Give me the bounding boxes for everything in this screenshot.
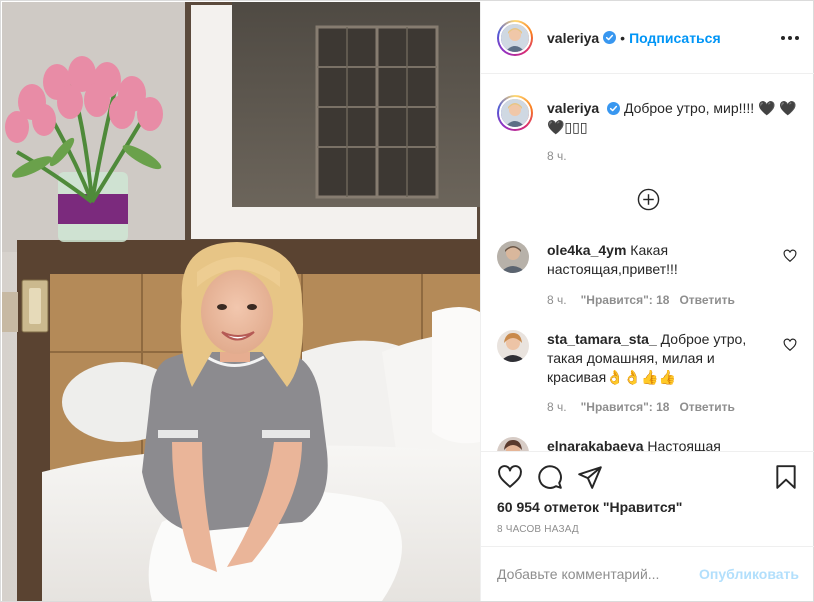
verified-badge-icon (607, 102, 621, 115)
post-time-ago[interactable]: 8 ЧАСОВ НАЗАД (497, 524, 579, 535)
comments-list[interactable]: valeriya Доброе утро, мир!!!! 🖤 🖤 🖤▯▯▯ 8… (481, 75, 814, 451)
comment-meta: 8 ч. "Нравится": 18 Ответить (547, 293, 735, 307)
comment-text: Настоящая (647, 438, 721, 451)
caption-username[interactable]: valeriya (547, 100, 599, 116)
comment-avatar[interactable] (497, 241, 529, 273)
post-photo[interactable] (2, 2, 480, 601)
comment-text-block: elnarakabaeva Настоящая (547, 437, 767, 451)
author-username[interactable]: valeriya (547, 30, 599, 46)
verified-badge-icon (603, 31, 617, 44)
comment-text-block: sta_tamara_sta_ Доброе утро, такая домаш… (547, 330, 767, 387)
post-header: valeriya • Подписаться (481, 2, 814, 74)
share-plane-icon[interactable] (577, 464, 603, 490)
post-actions: 60 954 отметок "Нравится" 8 ЧАСОВ НАЗАД (481, 451, 814, 546)
comment-username[interactable]: sta_tamara_sta_ (547, 331, 657, 347)
follow-button[interactable]: Подписаться (629, 30, 721, 46)
comment-item: elnarakabaeva Настоящая (497, 437, 799, 451)
action-icons (497, 464, 799, 490)
comment-input[interactable] (497, 563, 697, 585)
likes-count[interactable]: 60 954 отметок "Нравится" (497, 499, 682, 515)
heart-outline-icon[interactable] (783, 249, 797, 263)
publish-button[interactable]: Опубликовать (699, 566, 799, 582)
post-modal: valeriya • Подписаться valeriya Доброе у… (0, 0, 814, 602)
caption-time[interactable]: 8 ч. (547, 149, 567, 163)
post-details-panel: valeriya • Подписаться valeriya Доброе у… (480, 2, 814, 601)
comment-item: ole4ka_4ym Какая настоящая,привет!!! 8 ч… (497, 241, 799, 307)
comment-text-block: ole4ka_4ym Какая настоящая,привет!!! (547, 241, 767, 279)
comment-time[interactable]: 8 ч. (547, 293, 567, 307)
comment-bubble-icon[interactable] (537, 464, 563, 490)
reply-button[interactable]: Ответить (679, 400, 734, 414)
comment-likes[interactable]: "Нравится": 18 (581, 400, 670, 414)
more-options-icon[interactable] (781, 30, 799, 46)
caption-avatar[interactable] (497, 95, 533, 131)
separator-dot: • (620, 29, 626, 46)
heart-outline-icon[interactable] (783, 338, 797, 352)
bookmark-icon[interactable] (773, 464, 799, 490)
caption-text-block: valeriya Доброе утро, мир!!!! 🖤 🖤 🖤▯▯▯ (547, 99, 797, 137)
comment-avatar[interactable] (497, 330, 529, 362)
avatar[interactable] (497, 19, 533, 56)
heart-outline-icon[interactable] (497, 464, 523, 490)
comment-composer: Опубликовать (481, 546, 814, 601)
comment-avatar[interactable] (497, 437, 529, 451)
comment-username[interactable]: ole4ka_4ym (547, 242, 626, 258)
comment-username[interactable]: elnarakabaeva (547, 438, 644, 451)
comment-item: sta_tamara_sta_ Доброе утро, такая домаш… (497, 330, 799, 416)
load-more-icon[interactable] (637, 188, 660, 211)
comment-time[interactable]: 8 ч. (547, 400, 567, 414)
comment-likes[interactable]: "Нравится": 18 (581, 293, 670, 307)
reply-button[interactable]: Ответить (679, 293, 734, 307)
comment-meta: 8 ч. "Нравится": 18 Ответить (547, 400, 735, 414)
